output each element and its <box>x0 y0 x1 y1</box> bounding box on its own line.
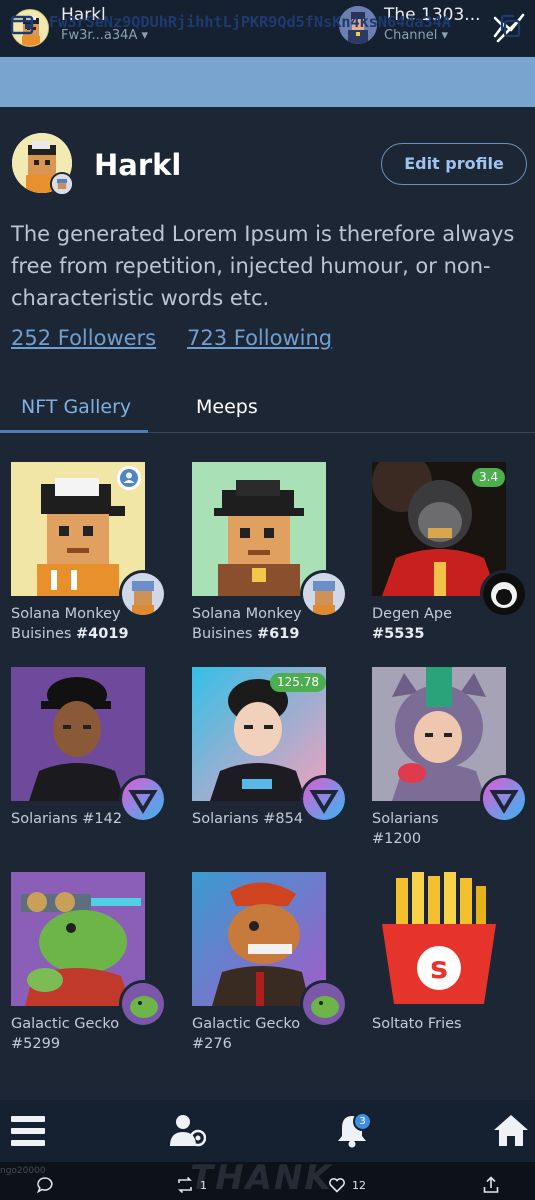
profile-bio: The generated Lorem Ipsum is therefore a… <box>11 222 515 310</box>
nft-label: Solarians #142 <box>11 811 123 827</box>
nft-image[interactable] <box>192 872 326 1006</box>
nft-label: Solarians #1200 <box>372 811 439 847</box>
nft-image[interactable] <box>11 872 145 1006</box>
svg-text:s: s <box>430 951 448 986</box>
nft-image[interactable]: s <box>372 872 506 1006</box>
price-badge: 3.4 <box>472 468 506 487</box>
retweet-icon <box>178 1176 192 1194</box>
profile-name: Harkl <box>94 148 182 182</box>
like-count: 12 <box>352 1178 366 1192</box>
wallet-address: Fw3rSeNz9QDUhRjihhtLjPKR9Qd5fNsKn4ksN64d… <box>49 13 451 31</box>
notification-count-badge: 3 <box>353 1112 372 1131</box>
retweet-count: 1 <box>200 1178 207 1192</box>
nft-label: Galactic Gecko #5299 <box>11 1016 120 1052</box>
following-link[interactable]: 723 Following <box>187 326 332 350</box>
people-icon[interactable] <box>170 1113 207 1149</box>
copy-icon[interactable] <box>497 13 523 39</box>
wallet-icon <box>10 14 34 36</box>
reply-icon <box>36 1177 53 1194</box>
nft-image[interactable] <box>192 462 326 596</box>
followers-link[interactable]: 252 Followers <box>11 326 156 350</box>
share-icon <box>483 1176 499 1193</box>
nft-image[interactable] <box>11 667 145 801</box>
menu-icon[interactable] <box>10 1113 46 1149</box>
nft-label: Galactic Gecko #276 <box>192 1016 301 1052</box>
owner-user-icon <box>117 466 141 490</box>
home-icon[interactable] <box>493 1113 529 1149</box>
background-text: ngo20000 <box>0 1166 46 1176</box>
bottom-nav <box>0 1100 535 1162</box>
tab-nft-gallery[interactable]: NFT Gallery <box>21 396 131 418</box>
price-badge: 125.78 <box>270 673 326 692</box>
nft-label: Degen Ape #5535 <box>372 606 453 642</box>
tab-meeps[interactable]: Meeps <box>196 396 258 418</box>
nft-label: Solana Monkey Buisines #4019 <box>11 606 129 642</box>
heart-icon <box>329 1178 345 1193</box>
address-bar <box>0 57 535 107</box>
avatar-verified-badge <box>50 172 74 196</box>
retweet-button[interactable]: 1 <box>176 1176 207 1194</box>
background-banner-text: THANK <box>190 1158 333 1198</box>
nft-label: Soltato Fries <box>372 1016 462 1032</box>
nft-label: Solarians #854 <box>192 811 304 827</box>
like-button[interactable]: 12 <box>328 1176 366 1194</box>
active-tab-indicator <box>0 430 148 433</box>
reply-button[interactable] <box>36 1176 54 1194</box>
share-button[interactable] <box>482 1176 500 1194</box>
edit-profile-button[interactable]: Edit profile <box>381 143 527 185</box>
nft-label: Solana Monkey Buisines #619 <box>192 606 302 642</box>
nft-image[interactable] <box>372 667 506 801</box>
